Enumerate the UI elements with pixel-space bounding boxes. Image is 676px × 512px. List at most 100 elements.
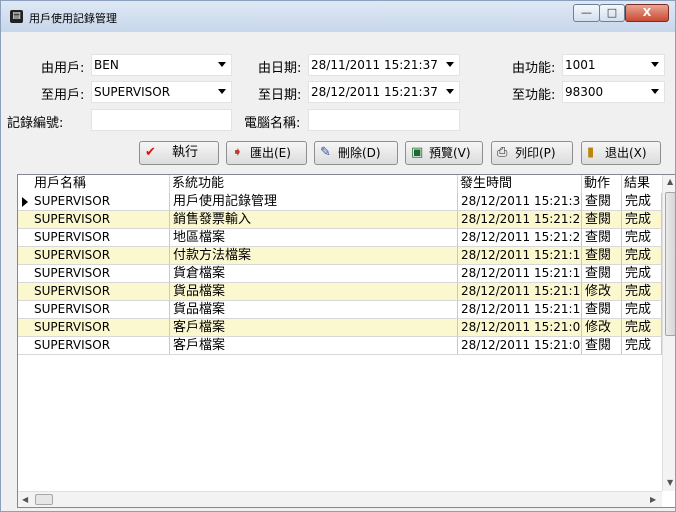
- cell-function: 貨品檔案: [170, 283, 458, 301]
- cell-action: 查閱: [582, 301, 622, 319]
- cell-function: 用戶使用記錄管理: [170, 193, 458, 211]
- cell-user: SUPERVISOR: [18, 283, 170, 301]
- cell-function: 貨倉檔案: [170, 265, 458, 283]
- computer-name-input[interactable]: [308, 109, 460, 131]
- from-user-value: BEN: [94, 58, 119, 72]
- from-func-value: 1001: [565, 58, 596, 72]
- exit-button[interactable]: ▮ 退出(X): [581, 141, 661, 165]
- table-row[interactable]: SUPERVISOR 地區檔案 28/12/2011 15:21:26 查閱 完成: [18, 229, 662, 247]
- scroll-down-icon[interactable]: ▼: [667, 478, 673, 487]
- column-header-result[interactable]: 結果: [622, 175, 662, 193]
- cell-user: SUPERVISOR: [18, 265, 170, 283]
- cell-result: 完成: [622, 283, 662, 301]
- cell-result: 完成: [622, 265, 662, 283]
- cell-action: 查閱: [582, 193, 622, 211]
- cell-function: 貨品檔案: [170, 301, 458, 319]
- horizontal-scroll-thumb[interactable]: [35, 494, 53, 505]
- cell-result: 完成: [622, 301, 662, 319]
- record-no-label: 記錄編號:: [7, 116, 64, 131]
- cell-time: 28/12/2011 15:21:13: [458, 283, 582, 301]
- table-row[interactable]: SUPERVISOR 付款方法檔案 28/12/2011 15:21:19 查閱 完成: [18, 247, 662, 265]
- scroll-left-icon[interactable]: ◀: [22, 495, 28, 504]
- cell-user: SUPERVISOR: [18, 301, 170, 319]
- cell-user: SUPERVISOR: [18, 247, 170, 265]
- chevron-down-icon: [651, 62, 659, 67]
- cell-result: 完成: [622, 247, 662, 265]
- export-label: 匯出(E): [250, 146, 291, 160]
- to-user-label: 至用戶:: [41, 88, 85, 103]
- to-date-dropdown[interactable]: 28/12/2011 15:21:37: [308, 81, 460, 103]
- records-grid[interactable]: 用戶名稱 系統功能 發生時間 動作 結果 SUPERVISOR 用戶使用記錄管理 2…: [17, 174, 675, 508]
- cell-result: 完成: [622, 319, 662, 337]
- scroll-up-icon[interactable]: ▲: [667, 177, 673, 186]
- title-bar[interactable]: ▤ 用戶使用記錄管理 — □ X: [1, 1, 675, 32]
- horizontal-scrollbar[interactable]: ◀ ▶: [18, 491, 662, 507]
- table-row[interactable]: SUPERVISOR 貨倉檔案 28/12/2011 15:21:16 查閱 完成: [18, 265, 662, 283]
- maximize-button[interactable]: □: [599, 4, 625, 22]
- chevron-down-icon: [218, 62, 226, 67]
- from-date-dropdown[interactable]: 28/11/2011 15:21:37: [308, 54, 460, 76]
- export-button[interactable]: ➧ 匯出(E): [226, 141, 307, 165]
- from-user-dropdown[interactable]: BEN: [91, 54, 232, 76]
- from-func-dropdown[interactable]: 1001: [562, 54, 665, 76]
- preview-label: 預覽(V): [429, 146, 471, 160]
- preview-button[interactable]: ▣ 預覽(V): [405, 141, 483, 165]
- checkmark-icon: ✔: [145, 145, 156, 160]
- cell-user: SUPERVISOR: [18, 229, 170, 247]
- delete-button[interactable]: ✎ 刪除(D): [314, 141, 398, 165]
- exit-label: 退出(X): [605, 146, 647, 160]
- cell-function: 付款方法檔案: [170, 247, 458, 265]
- cell-user: SUPERVISOR: [18, 193, 170, 211]
- table-row[interactable]: SUPERVISOR 用戶使用記錄管理 28/12/2011 15:21:37 查閱完…: [18, 193, 662, 211]
- column-header-action[interactable]: 動作: [582, 175, 622, 193]
- table-row[interactable]: SUPERVISOR 貨品檔案 28/12/2011 15:21:11 查閱 完成: [18, 301, 662, 319]
- chevron-down-icon: [446, 89, 454, 94]
- cell-result: 完成: [622, 229, 662, 247]
- exit-door-icon: ▮: [587, 145, 595, 160]
- to-func-dropdown[interactable]: 98300: [562, 81, 665, 103]
- vertical-scrollbar[interactable]: ▲ ▼: [662, 175, 675, 491]
- scroll-right-icon[interactable]: ▶: [650, 495, 656, 504]
- chevron-down-icon: [446, 62, 454, 67]
- to-date-value: 28/12/2011 15:21:37: [311, 85, 438, 99]
- vertical-scroll-thumb[interactable]: [665, 192, 675, 336]
- to-user-value: SUPERVISOR: [94, 85, 171, 99]
- execute-button[interactable]: ✔ 執行: [139, 141, 219, 165]
- column-header-function[interactable]: 系統功能: [170, 175, 458, 193]
- table-row[interactable]: SUPERVISOR 貨品檔案 28/12/2011 15:21:13 修改 完成: [18, 283, 662, 301]
- to-user-dropdown[interactable]: SUPERVISOR: [91, 81, 232, 103]
- print-label: 列印(P): [515, 146, 556, 160]
- print-button[interactable]: ⎙ 列印(P): [491, 141, 573, 165]
- record-no-input[interactable]: [91, 109, 232, 131]
- cell-function: 客戶檔案: [170, 337, 458, 355]
- cell-result: 完成: [622, 211, 662, 229]
- cell-time: 28/12/2011 15:21:26: [458, 229, 582, 247]
- execute-label: 執行: [172, 145, 199, 160]
- window-title: 用戶使用記錄管理: [29, 12, 117, 25]
- export-icon: ➧: [232, 145, 243, 160]
- minimize-button[interactable]: —: [573, 4, 600, 22]
- from-date-value: 28/11/2011 15:21:37: [311, 58, 438, 72]
- column-header-time[interactable]: 發生時間: [458, 175, 582, 193]
- to-date-label: 至日期:: [258, 88, 302, 103]
- column-header-user[interactable]: 用戶名稱: [18, 175, 170, 193]
- from-user-label: 由用戶:: [41, 61, 85, 76]
- to-func-value: 98300: [565, 85, 604, 99]
- cell-time: 28/12/2011 15:21:16: [458, 265, 582, 283]
- main-window: ▤ 用戶使用記錄管理 — □ X 由用戶: BEN 由日期: 28/11/201…: [0, 0, 676, 512]
- cell-action: 查閱: [582, 211, 622, 229]
- cell-time: 28/12/2011 15:21:08: [458, 319, 582, 337]
- book-icon: ▤: [10, 10, 23, 23]
- cell-time: 28/12/2011 15:21:06: [458, 337, 582, 355]
- chevron-down-icon: [218, 89, 226, 94]
- cell-action: 查閱: [582, 229, 622, 247]
- cell-time: 28/12/2011 15:21:37: [458, 193, 582, 211]
- cell-user: SUPERVISOR: [18, 319, 170, 337]
- table-row[interactable]: SUPERVISOR 銷售發票輸入 28/12/2011 15:21:27 查閱 完成: [18, 211, 662, 229]
- computer-name-label: 電腦名稱:: [244, 116, 301, 131]
- close-button[interactable]: X: [625, 4, 669, 22]
- table-row[interactable]: SUPERVISOR 客戶檔案 28/12/2011 15:21:08 修改 完成: [18, 319, 662, 337]
- cell-action: 修改: [582, 283, 622, 301]
- from-date-label: 由日期:: [258, 61, 302, 76]
- table-row[interactable]: SUPERVISOR 客戶檔案 28/12/2011 15:21:06 查閱 完成: [18, 337, 662, 355]
